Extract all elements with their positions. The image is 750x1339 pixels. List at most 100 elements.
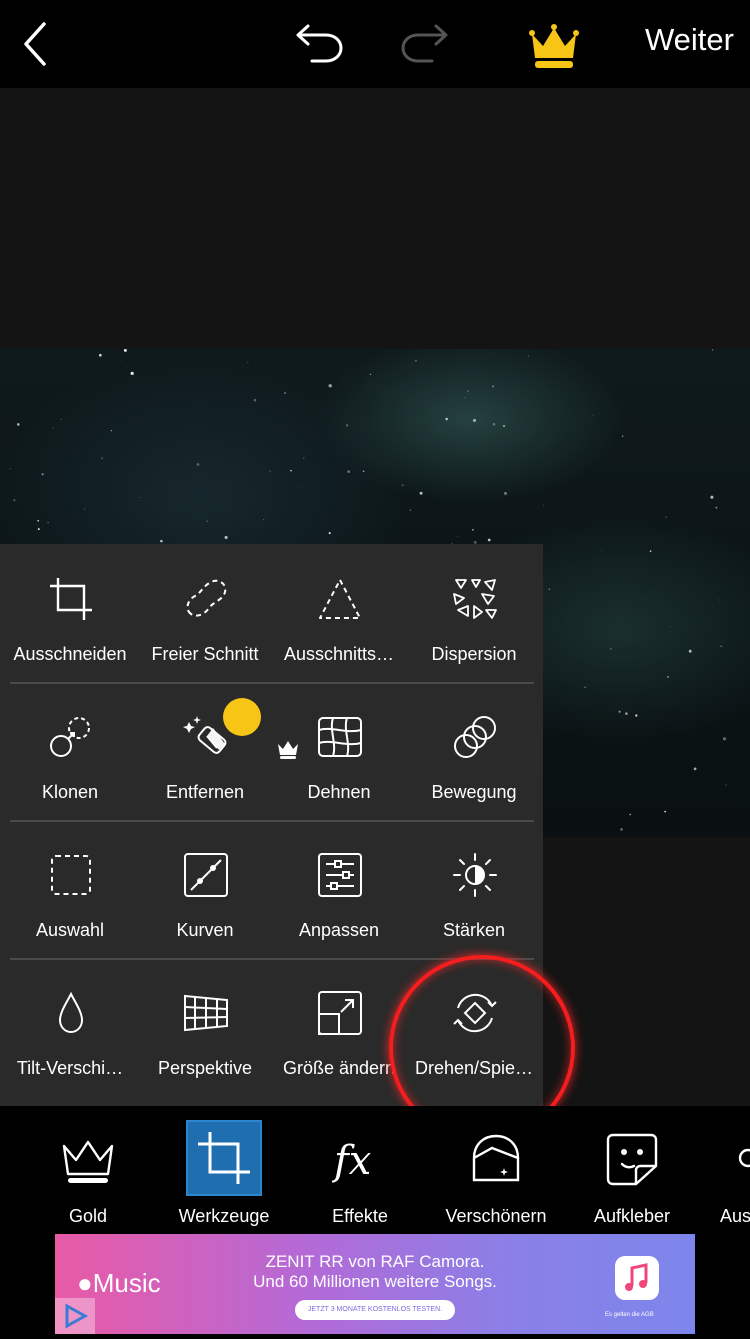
next-button[interactable]: Weiter — [645, 22, 734, 58]
tool-stretch[interactable]: Dehnen — [271, 682, 407, 820]
tool-label: Tilt-Verschi… — [16, 1058, 124, 1078]
crown-icon[interactable] — [528, 20, 580, 77]
star — [667, 676, 669, 678]
tool-label: Stärken — [442, 920, 506, 940]
star — [625, 712, 628, 715]
tab-stickers[interactable]: Aufkleber — [564, 1120, 700, 1230]
cutout-icon — [738, 1148, 750, 1168]
tool-shape-crop[interactable]: Ausschnitts… — [271, 544, 407, 682]
star — [502, 425, 506, 428]
tools-row: Ausschneiden Freier Schnitt Ausschnitts…… — [0, 544, 543, 682]
stretch-icon — [318, 717, 362, 757]
tab-beautify[interactable]: Verschönern — [428, 1120, 564, 1230]
star — [224, 535, 228, 540]
star — [206, 520, 208, 522]
star — [618, 710, 621, 713]
motion-icon — [454, 716, 496, 758]
tool-tilt-shift[interactable]: Tilt-Verschi… — [2, 958, 138, 1096]
tool-motion[interactable]: Bewegung — [406, 682, 542, 820]
undo-icon[interactable] — [294, 22, 346, 71]
ad-subheadline: Und 60 Millionen weitere Songs. — [253, 1272, 497, 1291]
tool-label: Dehnen — [307, 782, 371, 802]
dispersion-icon — [453, 579, 497, 619]
star — [464, 397, 466, 398]
star — [347, 470, 351, 473]
tool-clone[interactable]: Klonen — [2, 682, 138, 820]
star — [487, 538, 491, 542]
star — [290, 470, 292, 472]
star — [584, 686, 586, 688]
ad-headline: ZENIT RR von RAF Camora. — [265, 1252, 485, 1271]
star — [527, 355, 529, 357]
star — [472, 418, 477, 422]
star — [369, 373, 372, 376]
star — [328, 384, 332, 388]
tool-label: Ausschneiden — [13, 644, 127, 664]
star — [722, 737, 727, 741]
music-app-icon — [615, 1256, 659, 1300]
tab-cutout[interactable]: Aus — [700, 1120, 750, 1230]
star — [126, 366, 127, 368]
selection-icon — [51, 855, 91, 895]
tool-dispersion[interactable]: Dispersion — [406, 544, 542, 682]
star — [362, 470, 365, 473]
star — [110, 430, 113, 432]
star — [688, 649, 692, 653]
chevron-left-icon[interactable] — [18, 18, 52, 75]
adjust-icon — [318, 853, 362, 897]
beautify-icon — [472, 1134, 520, 1182]
fx-icon: fx — [332, 1138, 371, 1184]
star — [284, 392, 287, 395]
star — [664, 810, 666, 813]
tab-label: Aufkleber — [593, 1206, 671, 1226]
star — [52, 427, 54, 429]
tab-label: Verschönern — [445, 1206, 547, 1226]
ad-cta-button[interactable]: JETZT 3 MONATE KOSTENLOS TESTEN. — [295, 1300, 455, 1320]
tool-label: Ausschnitts… — [283, 644, 395, 664]
star — [490, 352, 492, 354]
tool-enhance[interactable]: Stärken — [406, 820, 542, 958]
star — [297, 487, 299, 488]
tool-selection[interactable]: Auswahl — [2, 820, 138, 958]
star — [13, 499, 16, 502]
tools-row: Auswahl Kurven Anpassen Stärken — [0, 820, 543, 958]
star — [401, 484, 404, 486]
star — [328, 532, 331, 535]
ad-banner[interactable]: ●Music ZENIT RR von RAF Camora. Und 60 M… — [55, 1234, 695, 1334]
tab-effects[interactable]: fx Effekte — [292, 1120, 428, 1230]
star — [592, 415, 594, 417]
tool-label: Dispersion — [431, 644, 517, 664]
tab-label: Werkzeuge — [178, 1206, 270, 1226]
tool-crop[interactable]: Ausschneiden — [2, 544, 138, 682]
star — [719, 599, 720, 601]
star — [715, 506, 718, 509]
tab-gold[interactable]: Gold — [20, 1120, 156, 1230]
bottom-tab-bar: Gold Werkzeuge fx Effekte Verschönern Au… — [0, 1106, 750, 1234]
tool-curves[interactable]: Kurven — [137, 820, 273, 958]
star — [47, 521, 49, 524]
star — [302, 457, 305, 459]
star — [139, 497, 141, 498]
top-toolbar: Weiter — [0, 0, 750, 88]
tool-remove[interactable]: Entfernen — [137, 682, 298, 820]
tool-resize[interactable]: Größe ändern — [271, 958, 407, 1096]
perspective-icon — [184, 994, 228, 1032]
resize-icon — [318, 991, 362, 1035]
star — [98, 353, 102, 357]
tool-label: Größe ändern — [282, 1058, 396, 1078]
redo-icon[interactable] — [398, 22, 450, 71]
star — [504, 491, 507, 495]
tool-adjust[interactable]: Anpassen — [271, 820, 407, 958]
star — [492, 385, 495, 388]
tools-row: Klonen Entfernen Dehnen Bewegung — [0, 682, 543, 820]
star — [492, 422, 496, 426]
tab-tools[interactable]: Werkzeuge — [156, 1120, 292, 1230]
star — [17, 423, 20, 426]
tool-perspective[interactable]: Perspektive — [137, 958, 273, 1096]
adchoices-icon[interactable] — [55, 1298, 95, 1334]
star — [665, 516, 667, 518]
tool-label: Kurven — [176, 920, 234, 940]
star — [620, 828, 623, 831]
tool-free-crop[interactable]: Freier Schnitt — [137, 544, 273, 682]
star — [649, 550, 652, 552]
